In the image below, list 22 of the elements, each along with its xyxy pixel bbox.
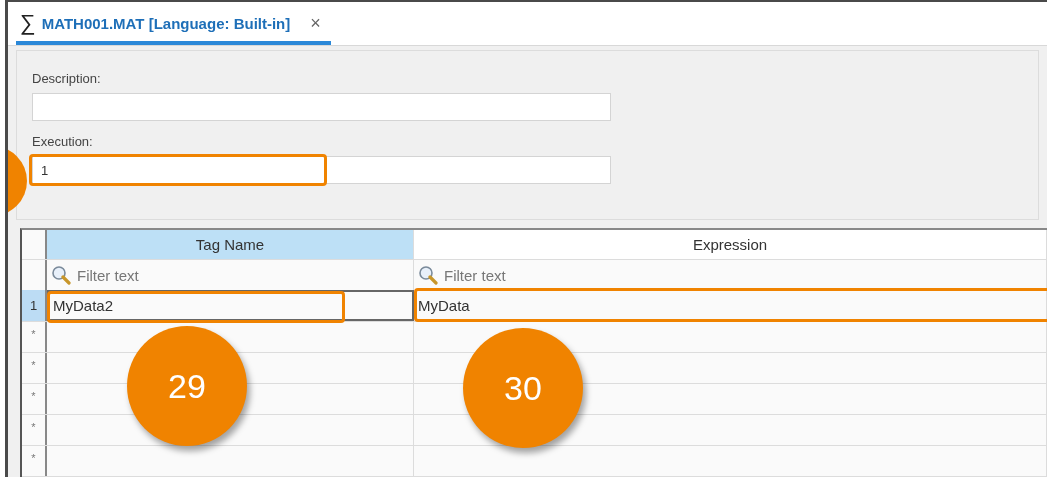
row-header[interactable]: * [22, 384, 47, 414]
table-cell[interactable]: MyData2 [53, 297, 114, 314]
text-field[interactable] [32, 93, 611, 121]
sigma-icon: ∑ [20, 10, 36, 36]
search-icon [51, 265, 71, 285]
field-label: Description: [32, 71, 102, 86]
column-header[interactable]: Expression [414, 230, 1047, 259]
row-header[interactable]: * [22, 446, 47, 476]
row-header[interactable]: 1 [22, 290, 47, 321]
row-header[interactable]: * [22, 322, 47, 352]
table-cell[interactable]: MyData [418, 297, 470, 314]
column-header[interactable]: Tag Name [47, 230, 414, 259]
search-icon [418, 265, 438, 285]
callout-badge: 30 [463, 328, 583, 448]
callout-badge: 29 [127, 326, 247, 446]
filter-field[interactable]: Filter text [442, 265, 646, 285]
row-header[interactable]: * [22, 415, 47, 445]
field-label: Execution: [32, 134, 94, 149]
close-icon[interactable]: × [310, 12, 321, 34]
row-header[interactable]: * [22, 353, 47, 383]
text-field[interactable]: 1 [32, 156, 611, 184]
filter-field[interactable]: Filter text [75, 265, 279, 285]
